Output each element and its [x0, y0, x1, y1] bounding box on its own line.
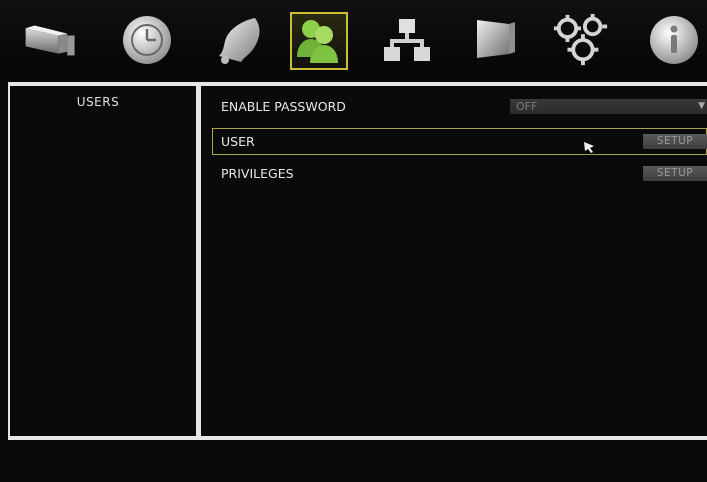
left-frame-line — [8, 82, 10, 440]
sidebar-divider — [196, 82, 201, 440]
network-icon[interactable] — [378, 11, 436, 69]
users-icon[interactable] — [290, 12, 348, 70]
camera-icon[interactable] — [22, 11, 80, 69]
system-gears-icon[interactable] — [552, 11, 610, 69]
bottom-divider — [8, 436, 707, 440]
chevron-down-icon: ▼ — [698, 101, 705, 111]
top-divider — [8, 82, 707, 86]
privileges-label: PRIVILEGES — [221, 166, 294, 181]
info-icon[interactable] — [645, 11, 703, 69]
user-row-highlight — [212, 128, 707, 155]
display-icon[interactable] — [466, 11, 524, 69]
enable-password-label: ENABLE PASSWORD — [221, 99, 346, 114]
enable-password-value: OFF — [516, 100, 538, 113]
mouse-pointer-icon — [584, 139, 596, 158]
top-menu-bar — [0, 0, 707, 81]
privileges-setup-button[interactable]: SETUP — [643, 166, 707, 181]
user-label: USER — [221, 134, 255, 149]
user-setup-button[interactable]: SETUP — [643, 134, 707, 149]
clock-icon[interactable] — [118, 11, 176, 69]
enable-password-select[interactable]: OFF ▼ — [510, 99, 707, 114]
alarm-bell-icon[interactable] — [212, 11, 270, 69]
sidebar-item-users[interactable]: USERS — [0, 95, 196, 109]
